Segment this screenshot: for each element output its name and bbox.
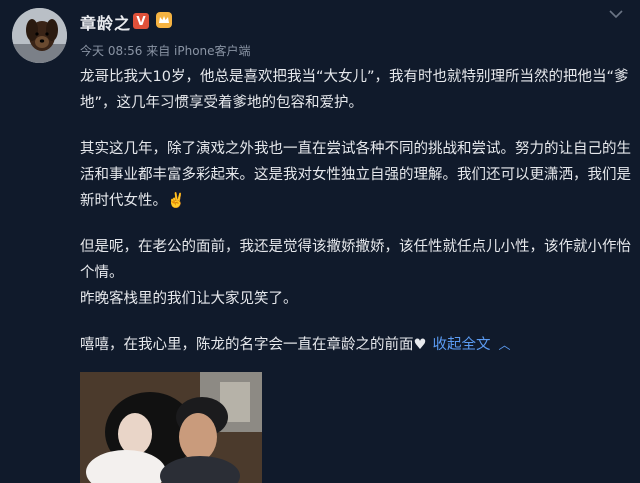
chevron-up-icon[interactable]: ︿ xyxy=(499,338,511,352)
post-paragraph-last: 嘻嘻，在我心里，陈龙的名字会一直在章龄之的前面♥ 收起全文 ︿ xyxy=(80,332,632,358)
chevron-down-icon[interactable] xyxy=(608,8,624,20)
post-meta: 今天 08:56 来自 iPhone客户端 xyxy=(80,44,251,58)
post-paragraph: 但是呢，在老公的面前，我还是觉得该撒娇撒娇，该任性就任点儿小性，该作就小作怡个情… xyxy=(80,239,631,281)
couple-photo-image xyxy=(80,372,262,483)
post-paragraph: 昨晚客栈里的我们让大家见笑了。 xyxy=(80,291,298,307)
user-avatar[interactable] xyxy=(12,8,67,63)
post-photo[interactable] xyxy=(80,372,262,483)
post-content: 龙哥比我大10岁，他总是喜欢把我当“大女儿”，我有时也就特别理所当然的把他当“爹… xyxy=(80,64,632,358)
post-paragraph: 龙哥比我大10岁，他总是喜欢把我当“大女儿”，我有时也就特别理所当然的把他当“爹… xyxy=(80,69,629,111)
heart-icon: ♥ xyxy=(413,337,427,353)
collapse-full-text-link[interactable]: 收起全文 xyxy=(433,337,491,353)
dog-avatar-icon xyxy=(12,8,67,63)
post-paragraph: 其实这几年，除了演戏之外我也一直在尝试各种不同的挑战和尝试。努力的让自己的生活和… xyxy=(80,141,631,209)
post-text: 嘻嘻，在我心里，陈龙的名字会一直在章龄之的前面 xyxy=(80,337,414,353)
verified-badge-icon: V xyxy=(133,13,149,29)
crown-icon xyxy=(156,12,172,28)
user-name[interactable]: 章龄之 xyxy=(80,10,131,34)
